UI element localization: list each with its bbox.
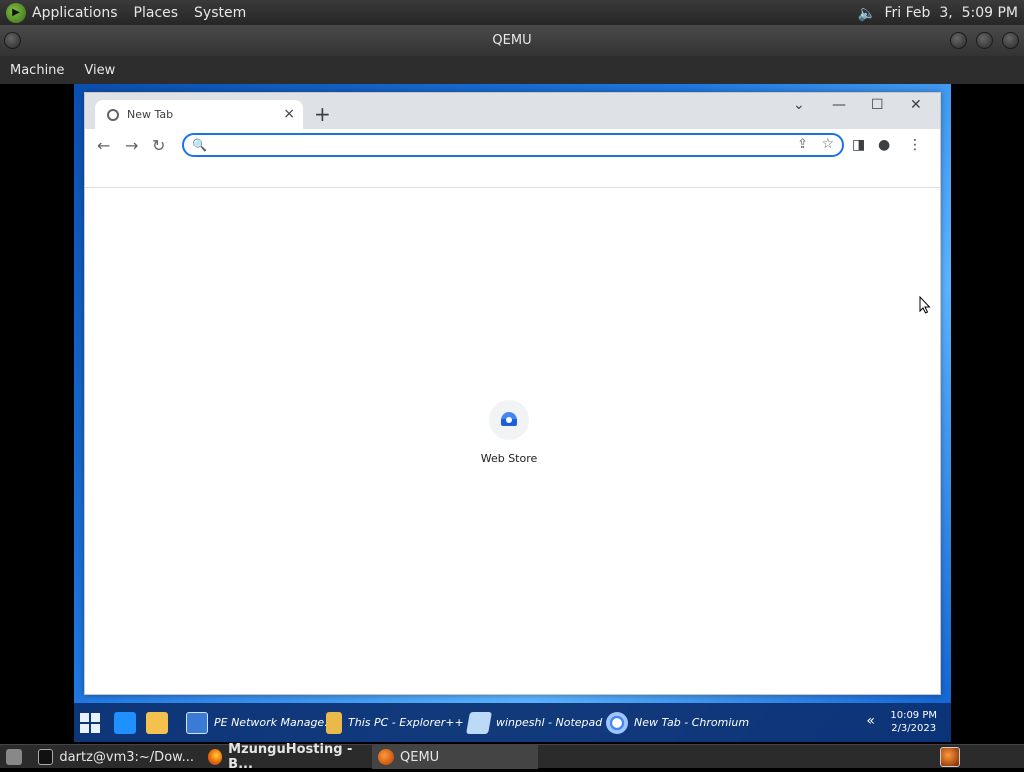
close-icon[interactable]: ✕ (910, 97, 922, 113)
show-desktop-button[interactable] (0, 745, 28, 769)
host-task-firefox[interactable]: MzunguHosting - B... (202, 742, 370, 772)
distro-logo-icon[interactable]: ▶ (6, 2, 26, 23)
volume-icon[interactable]: 🔈 (858, 4, 877, 22)
guest-clock[interactable]: 10:09 PM 2/3/2023 (890, 709, 937, 735)
explorer-folder-icon (326, 711, 342, 734)
qemu-tray-icon (940, 747, 960, 767)
desktop-icon (114, 711, 136, 734)
tab-new-tab[interactable]: New Tab × (95, 100, 303, 129)
taskbar-chromium[interactable]: New Tab - Chromium (606, 703, 749, 742)
omnibox[interactable]: 🔍 ⇪ ☆ (182, 133, 844, 157)
host-task-label: QEMU (400, 749, 440, 765)
close-icon[interactable] (1002, 32, 1019, 49)
shortcut-tile-web-store[interactable]: Web Store (473, 400, 545, 480)
side-panel-icon[interactable]: ◨ (852, 137, 865, 153)
omnibox-input[interactable] (212, 137, 772, 153)
firefox-icon (208, 749, 223, 765)
bookmark-star-icon[interactable]: ☆ (821, 136, 834, 152)
menu-kebab-icon[interactable]: ⋮ (908, 137, 922, 153)
tab-title: New Tab (127, 108, 174, 121)
guest-screen[interactable]: New Tab × + ⌄ — ☐ ✕ ← → ↻ 🔍 ⇪ ☆ ◨ ● ⋮ We… (74, 84, 951, 742)
host-task-label: dartz@vm3:~/Dow... (59, 749, 194, 765)
taskbar-label: PE Network Manage... (214, 716, 335, 729)
maximize-icon[interactable] (976, 32, 993, 49)
host-tray-qemu[interactable] (934, 745, 966, 769)
notepad-icon (466, 711, 492, 734)
new-tab-button[interactable]: + (314, 102, 331, 126)
maximize-icon[interactable]: ☐ (871, 97, 884, 113)
view-menu[interactable]: View (84, 63, 115, 78)
tab-search-chevron-icon[interactable]: ⌄ (793, 97, 805, 113)
start-button[interactable] (80, 703, 100, 742)
window-menu-icon[interactable] (4, 32, 21, 49)
tab-close-icon[interactable]: × (283, 106, 295, 122)
reload-icon[interactable]: ↻ (152, 136, 165, 155)
webstore-icon (501, 412, 517, 426)
system-menu[interactable]: System (194, 5, 246, 21)
panel-tray: 🔈 Fri Feb 3, 5:09 PM (858, 4, 1024, 22)
new-tab-page[interactable]: Web Store (85, 188, 940, 694)
machine-menu[interactable]: Machine (10, 63, 64, 78)
qemu-icon (378, 749, 394, 765)
taskbar-network-manager[interactable]: PE Network Manage... (186, 703, 335, 742)
globe-icon (107, 108, 119, 121)
taskbar-explorer-pp[interactable]: This PC - Explorer++ (326, 703, 464, 742)
back-icon[interactable]: ← (97, 136, 110, 155)
applications-menu[interactable]: Applications (32, 5, 118, 21)
taskbar-label: New Tab - Chromium (634, 716, 750, 729)
guest-date: 2/3/2023 (891, 723, 937, 734)
window-title: QEMU (492, 33, 532, 48)
tab-strip: New Tab × + ⌄ — ☐ ✕ (85, 93, 940, 129)
chromium-icon (606, 711, 628, 734)
taskbar-label: winpeshl - Notepad (496, 716, 603, 729)
share-icon[interactable]: ⇪ (797, 137, 808, 152)
qemu-titlebar: QEMU (0, 25, 1024, 56)
network-manager-icon (186, 711, 208, 734)
shortcut-label: Web Store (480, 452, 538, 465)
search-icon: 🔍 (192, 138, 207, 152)
guest-time: 10:09 PM (890, 710, 937, 721)
terminal-icon (38, 749, 54, 765)
mouse-cursor-icon (919, 296, 931, 314)
profile-avatar-icon[interactable]: ● (878, 137, 890, 153)
windows-start-icon (80, 712, 100, 733)
host-bottom-panel: dartz@vm3:~/Dow... MzunguHosting - B... … (0, 742, 1024, 772)
webstore-circle (489, 400, 529, 440)
host-top-panel: ▶ Applications Places System 🔈 Fri Feb 3… (0, 0, 1024, 25)
host-task-qemu[interactable]: QEMU (372, 745, 538, 769)
taskbar-notepad[interactable]: winpeshl - Notepad (466, 703, 603, 742)
taskbar-label: This PC - Explorer++ (348, 716, 464, 729)
panel-clock[interactable]: Fri Feb 3, 5:09 PM (885, 5, 1019, 21)
browser-toolbar: ← → ↻ 🔍 ⇪ ☆ ◨ ● ⋮ (85, 129, 940, 161)
qemu-menubar: Machine View (0, 56, 1024, 84)
desktop-icon (6, 749, 22, 765)
folder-icon (146, 711, 168, 734)
guest-taskbar: PE Network Manage... This PC - Explorer+… (74, 703, 951, 742)
chromium-window: New Tab × + ⌄ — ☐ ✕ ← → ↻ 🔍 ⇪ ☆ ◨ ● ⋮ We… (84, 92, 941, 695)
bookmarks-bar (85, 161, 940, 188)
minimize-icon[interactable]: — (832, 97, 846, 113)
places-menu[interactable]: Places (134, 5, 179, 21)
taskbar-explorer[interactable] (146, 703, 168, 742)
minimize-icon[interactable] (950, 32, 967, 49)
taskbar-desktop[interactable] (114, 703, 136, 742)
tray-expand-icon[interactable]: « (866, 713, 875, 729)
forward-icon[interactable]: → (125, 136, 138, 155)
host-task-terminal[interactable]: dartz@vm3:~/Dow... (32, 745, 200, 769)
